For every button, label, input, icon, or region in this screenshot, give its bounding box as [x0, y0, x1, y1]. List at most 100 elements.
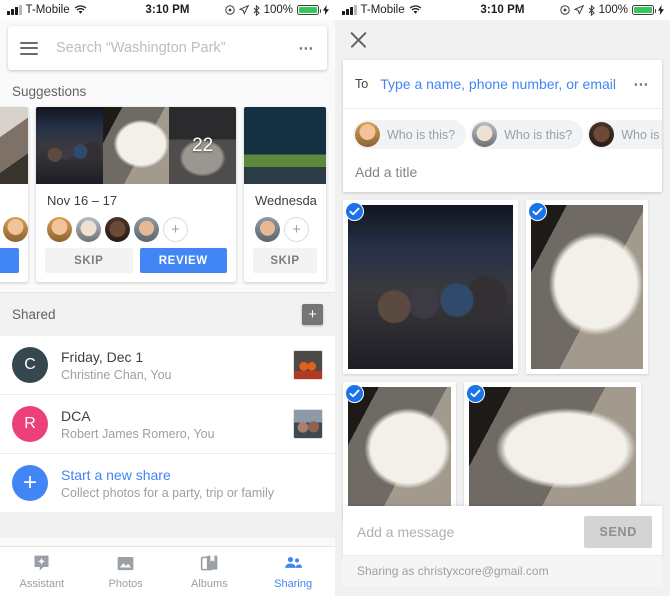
avatar: R [12, 406, 48, 442]
card-actions [0, 242, 28, 282]
photo-tile-white-dog-carpet[interactable] [343, 382, 456, 520]
skip-button[interactable]: SKIP [253, 248, 317, 273]
photo-white-dog-thumb [102, 107, 170, 184]
shared-section-header: Shared + [0, 292, 335, 336]
title-input[interactable]: Add a title [343, 155, 662, 192]
location-arrow-icon [238, 5, 249, 15]
message-compose-bar: Add a message SEND [343, 506, 662, 558]
card-date: Wednesda [255, 193, 317, 208]
face-avatar [3, 217, 28, 242]
photo-image [469, 387, 636, 515]
skip-button[interactable]: SKIP [45, 248, 133, 273]
photo-image [531, 205, 643, 369]
card-actions: SKIP REVIEW [36, 242, 236, 282]
photo-image [348, 205, 513, 369]
card-date: Nov 16 – 17 [47, 193, 118, 208]
tab-photos[interactable]: Photos [84, 547, 168, 596]
review-button[interactable] [0, 248, 19, 273]
tab-label: Sharing [274, 578, 313, 590]
location-arrow-icon [573, 5, 584, 15]
shared-list: C Friday, Dec 1 Christine Chan, You R DC… [0, 336, 335, 512]
photo-tile-white-dog-floor[interactable] [526, 200, 648, 374]
face-avatar-blonde-woman [355, 122, 380, 147]
status-bar-left: T-Mobile 3:10 PM 100% [0, 0, 335, 20]
who-is-this-chip-row: Who is this? Who is this? Who is this? [343, 109, 662, 155]
add-face-button[interactable]: + [163, 217, 188, 242]
photo-mural-thumb [244, 107, 326, 184]
overflow-dots-icon[interactable]: ⋯ [633, 75, 650, 93]
suggestions-heading: Suggestions [12, 84, 87, 99]
status-bar-right: T-Mobile 3:10 PM 100% [335, 0, 670, 20]
photo-tile-white-dog-closeup[interactable] [464, 382, 641, 520]
suggestions-carousel[interactable]: 22 Nov 16 – 17 + SKIP REVIEW Wednesda + … [0, 107, 335, 292]
row-thumbnail-selfie [293, 409, 323, 439]
bottom-tab-bar: Assistant Photos Albums Sharing [0, 546, 335, 596]
tab-assistant[interactable]: Assistant [0, 547, 84, 596]
battery-icon [632, 5, 656, 15]
row-thumbnail-figurines [293, 350, 323, 380]
selected-check-icon[interactable] [528, 202, 547, 221]
message-input[interactable]: Add a message [357, 524, 584, 540]
add-share-button[interactable]: + [302, 304, 323, 325]
photo-cat-thumb: 22 [169, 107, 236, 184]
send-button[interactable]: SEND [584, 516, 652, 548]
card-actions: SKIP [244, 242, 326, 282]
who-is-this-chip[interactable]: Who is this? [353, 120, 467, 149]
face-avatar-blonde-woman [47, 217, 72, 242]
search-input[interactable]: Search “Washington Park” [56, 40, 298, 56]
selected-photos-grid [335, 200, 670, 520]
who-is-this-chip[interactable]: Who is this? [470, 120, 584, 149]
selected-check-icon[interactable] [466, 384, 485, 403]
selected-check-icon[interactable] [345, 202, 364, 221]
charging-bolt-icon [323, 5, 329, 15]
photo-tile-family-group[interactable] [343, 200, 518, 374]
tab-label: Photos [108, 578, 143, 590]
tab-sharing[interactable]: Sharing [251, 547, 335, 596]
avatar: C [12, 347, 48, 383]
card-body [0, 184, 28, 242]
card-faces: + [47, 217, 225, 242]
status-bar-right-group: 100% [559, 4, 664, 16]
list-bottom-filler [0, 512, 335, 538]
search-bar[interactable]: Search “Washington Park” ⋯ [8, 26, 327, 70]
selected-check-icon[interactable] [345, 384, 364, 403]
suggestion-card-wednesday-partial[interactable]: Wednesda + SKIP [244, 107, 326, 282]
right-pane-new-share-composer: T-Mobile 3:10 PM 100% To Type a name, ph… [335, 0, 670, 596]
people-sharing-icon [284, 556, 302, 568]
row-subtitle: Robert James Romero, You [61, 426, 215, 441]
hamburger-menu-icon[interactable] [20, 41, 38, 55]
suggestion-card-nov-16-17[interactable]: 22 Nov 16 – 17 + SKIP REVIEW [36, 107, 236, 282]
assistant-sparkle-icon [34, 555, 49, 571]
new-share-title: Start a new share [61, 466, 171, 483]
albums-stack-icon [200, 555, 218, 571]
chip-label: Who is this? [621, 127, 662, 142]
bluetooth-icon [253, 4, 260, 16]
add-face-button[interactable]: + [284, 217, 309, 242]
battery-percent-label: 100% [263, 4, 293, 16]
battery-icon [297, 5, 321, 15]
overflow-dots-icon[interactable]: ⋯ [298, 39, 315, 57]
start-new-share-row[interactable]: + Start a new share Collect photos for a… [0, 454, 335, 512]
tab-albums[interactable]: Albums [168, 547, 252, 596]
row-title: DCA [61, 407, 91, 424]
photo-room-thumb [0, 107, 28, 184]
recipient-row[interactable]: To Type a name, phone number, or email ⋯ [343, 60, 662, 109]
close-x-icon[interactable] [349, 30, 369, 50]
photo-family-group-thumb [36, 107, 103, 184]
card-photo-strip: 22 [36, 107, 236, 184]
photo-image [348, 387, 451, 515]
charging-bolt-icon [658, 5, 664, 15]
row-text: Start a new share Collect photos for a p… [61, 467, 323, 500]
face-avatar-young-man [134, 217, 159, 242]
face-avatar-bearded-man [105, 217, 130, 242]
card-faces: + [255, 217, 315, 242]
who-is-this-chip[interactable]: Who is this? [587, 120, 662, 149]
to-label: To [355, 77, 369, 91]
list-item-friday-dec-1[interactable]: C Friday, Dec 1 Christine Chan, You [0, 336, 335, 395]
composer-sheet: To Type a name, phone number, or email ⋯… [343, 60, 662, 192]
suggestion-card-previous-partial[interactable] [0, 107, 28, 282]
recipient-input[interactable]: Type a name, phone number, or email [380, 76, 633, 92]
list-item-dca[interactable]: R DCA Robert James Romero, You [0, 395, 335, 454]
card-body: Wednesda + [244, 184, 326, 242]
review-button[interactable]: REVIEW [139, 248, 227, 273]
